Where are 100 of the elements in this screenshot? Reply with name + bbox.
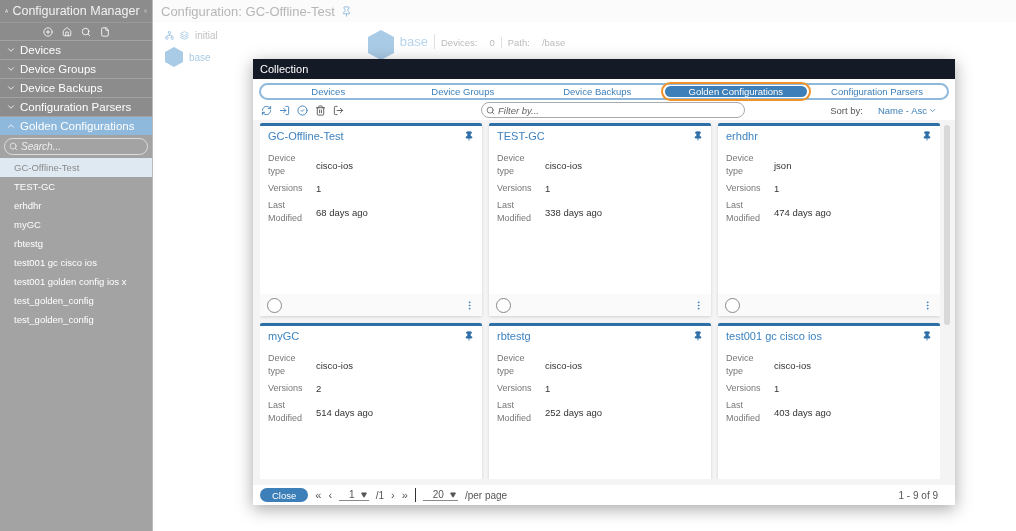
tab[interactable]: Device Backups (539, 86, 656, 97)
last-page-button[interactable]: » (401, 489, 408, 501)
card-title[interactable]: test001 gc cisco ios (726, 330, 822, 342)
field-label: Versions (726, 182, 762, 195)
field-value: 1 (545, 183, 552, 194)
search-icon (486, 106, 495, 115)
card-title[interactable]: rbtestg (497, 330, 531, 342)
sidebar-section[interactable]: Device Groups (0, 60, 152, 78)
tree-label: initial (195, 30, 218, 41)
first-page-button[interactable]: « (315, 489, 322, 501)
page-title: Configuration: GC-Offline-Test (161, 3, 335, 19)
page-count: /1 (375, 489, 384, 501)
caret-icon (360, 491, 367, 498)
field-label: Device type (268, 152, 297, 178)
tab[interactable]: Device Groups (407, 86, 519, 97)
pin-icon[interactable] (464, 331, 474, 341)
field-value: 403 days ago (774, 406, 833, 418)
sidebar-item[interactable]: erhdhr (0, 196, 152, 215)
select-checkbox[interactable] (725, 297, 740, 313)
app-title: Configuration Manager (12, 4, 140, 18)
close-button[interactable]: Close (260, 488, 309, 502)
pin-icon[interactable] (464, 131, 474, 141)
field-value: 1 (316, 183, 323, 194)
field-value: cisco-ios (774, 359, 812, 371)
refresh-icon[interactable] (261, 104, 272, 116)
field-value: cisco-ios (316, 359, 354, 371)
page-select[interactable]: 1 (339, 489, 369, 501)
card-title[interactable]: erhdhr (726, 130, 758, 142)
field-label: Last Modified (497, 199, 533, 225)
field-value: cisco-ios (316, 159, 354, 171)
previous-page-button[interactable]: ‹ (328, 489, 333, 501)
field-value: 68 days ago (316, 206, 369, 218)
sidebar-item[interactable]: GC-Offline-Test (0, 158, 152, 177)
sidebar-section[interactable]: Devices (0, 41, 152, 59)
sidebar-section[interactable]: Configuration Parsers (0, 98, 152, 116)
field-value: 338 days ago (545, 206, 604, 218)
sort-label: Sort by: (830, 104, 863, 116)
field-label: Versions (497, 382, 533, 395)
hexagon-icon (367, 30, 394, 60)
pin-icon[interactable] (693, 331, 703, 341)
search-icon[interactable] (80, 26, 91, 37)
field-value: 252 days ago (545, 406, 604, 418)
pin-icon[interactable] (922, 131, 932, 141)
field-label: Versions (497, 182, 533, 195)
next-page-button[interactable]: › (391, 489, 395, 501)
filter-field[interactable]: Filter by... (481, 102, 745, 118)
sidebar-item[interactable]: test001 gc cisco ios (0, 253, 152, 272)
card-title[interactable]: myGC (268, 330, 300, 342)
sidebar-item[interactable]: test001 golden config ios x (0, 272, 152, 291)
node-label: base (399, 34, 435, 49)
field-value: 1 (774, 183, 781, 194)
field-label: Device type (497, 352, 526, 378)
card-title[interactable]: GC-Offline-Test (268, 130, 344, 142)
layers-icon (180, 31, 189, 40)
per-page-label: /per page (464, 489, 508, 501)
file-icon[interactable] (99, 26, 110, 37)
chevron-up-icon (6, 121, 16, 131)
home-icon[interactable] (61, 26, 72, 37)
devices-count: 0 (489, 37, 502, 48)
result-range: 1 - 9 of 9 (898, 489, 938, 501)
pin-icon[interactable] (693, 131, 703, 141)
hierarchy-icon (165, 31, 174, 40)
delete-icon[interactable] (315, 104, 326, 116)
sidebar-item[interactable]: TEST-GC (0, 177, 152, 196)
field-label: Device type (497, 152, 526, 178)
field-label: Versions (726, 382, 762, 395)
sidebar-item[interactable]: test_golden_config (0, 291, 152, 310)
sidebar-item[interactable]: rbtestg (0, 234, 152, 253)
check-circle-icon[interactable] (297, 104, 308, 116)
tab[interactable]: Configuration Parsers (807, 86, 947, 97)
card-title[interactable]: TEST-GC (497, 130, 545, 142)
field-label: Device type (726, 352, 755, 378)
sidebar-item[interactable]: myGC (0, 215, 152, 234)
field-label: Device type (268, 352, 297, 378)
field-label: Last Modified (268, 399, 304, 425)
per-page-select[interactable]: 20 (422, 489, 458, 501)
field-label: Device type (726, 152, 755, 178)
field-value: 474 days ago (774, 206, 833, 218)
tree-label: base (189, 51, 211, 63)
import-icon[interactable] (279, 104, 290, 116)
devices-label: Devices: (441, 37, 479, 48)
sidebar-section[interactable]: Device Backups (0, 79, 152, 97)
field-value: 2 (316, 383, 323, 394)
search-field[interactable]: Search... (4, 138, 148, 155)
export-icon[interactable] (333, 104, 344, 116)
add-icon[interactable] (42, 26, 53, 37)
caret-icon (449, 491, 456, 498)
field-value: cisco-ios (545, 159, 583, 171)
field-label: Versions (268, 382, 304, 395)
search-icon (9, 142, 18, 151)
hexagon-icon (165, 47, 183, 67)
field-label: Versions (268, 182, 304, 195)
sidebar-item[interactable]: test_golden_config (0, 310, 152, 329)
field-value: json (774, 159, 793, 171)
sort-dropdown[interactable]: Name - Asc (877, 104, 937, 116)
select-checkbox[interactable] (267, 297, 282, 313)
select-checkbox[interactable] (496, 297, 511, 313)
field-value: 514 days ago (316, 406, 375, 418)
pin-icon[interactable] (922, 331, 932, 341)
tab[interactable]: Devices (287, 86, 370, 97)
